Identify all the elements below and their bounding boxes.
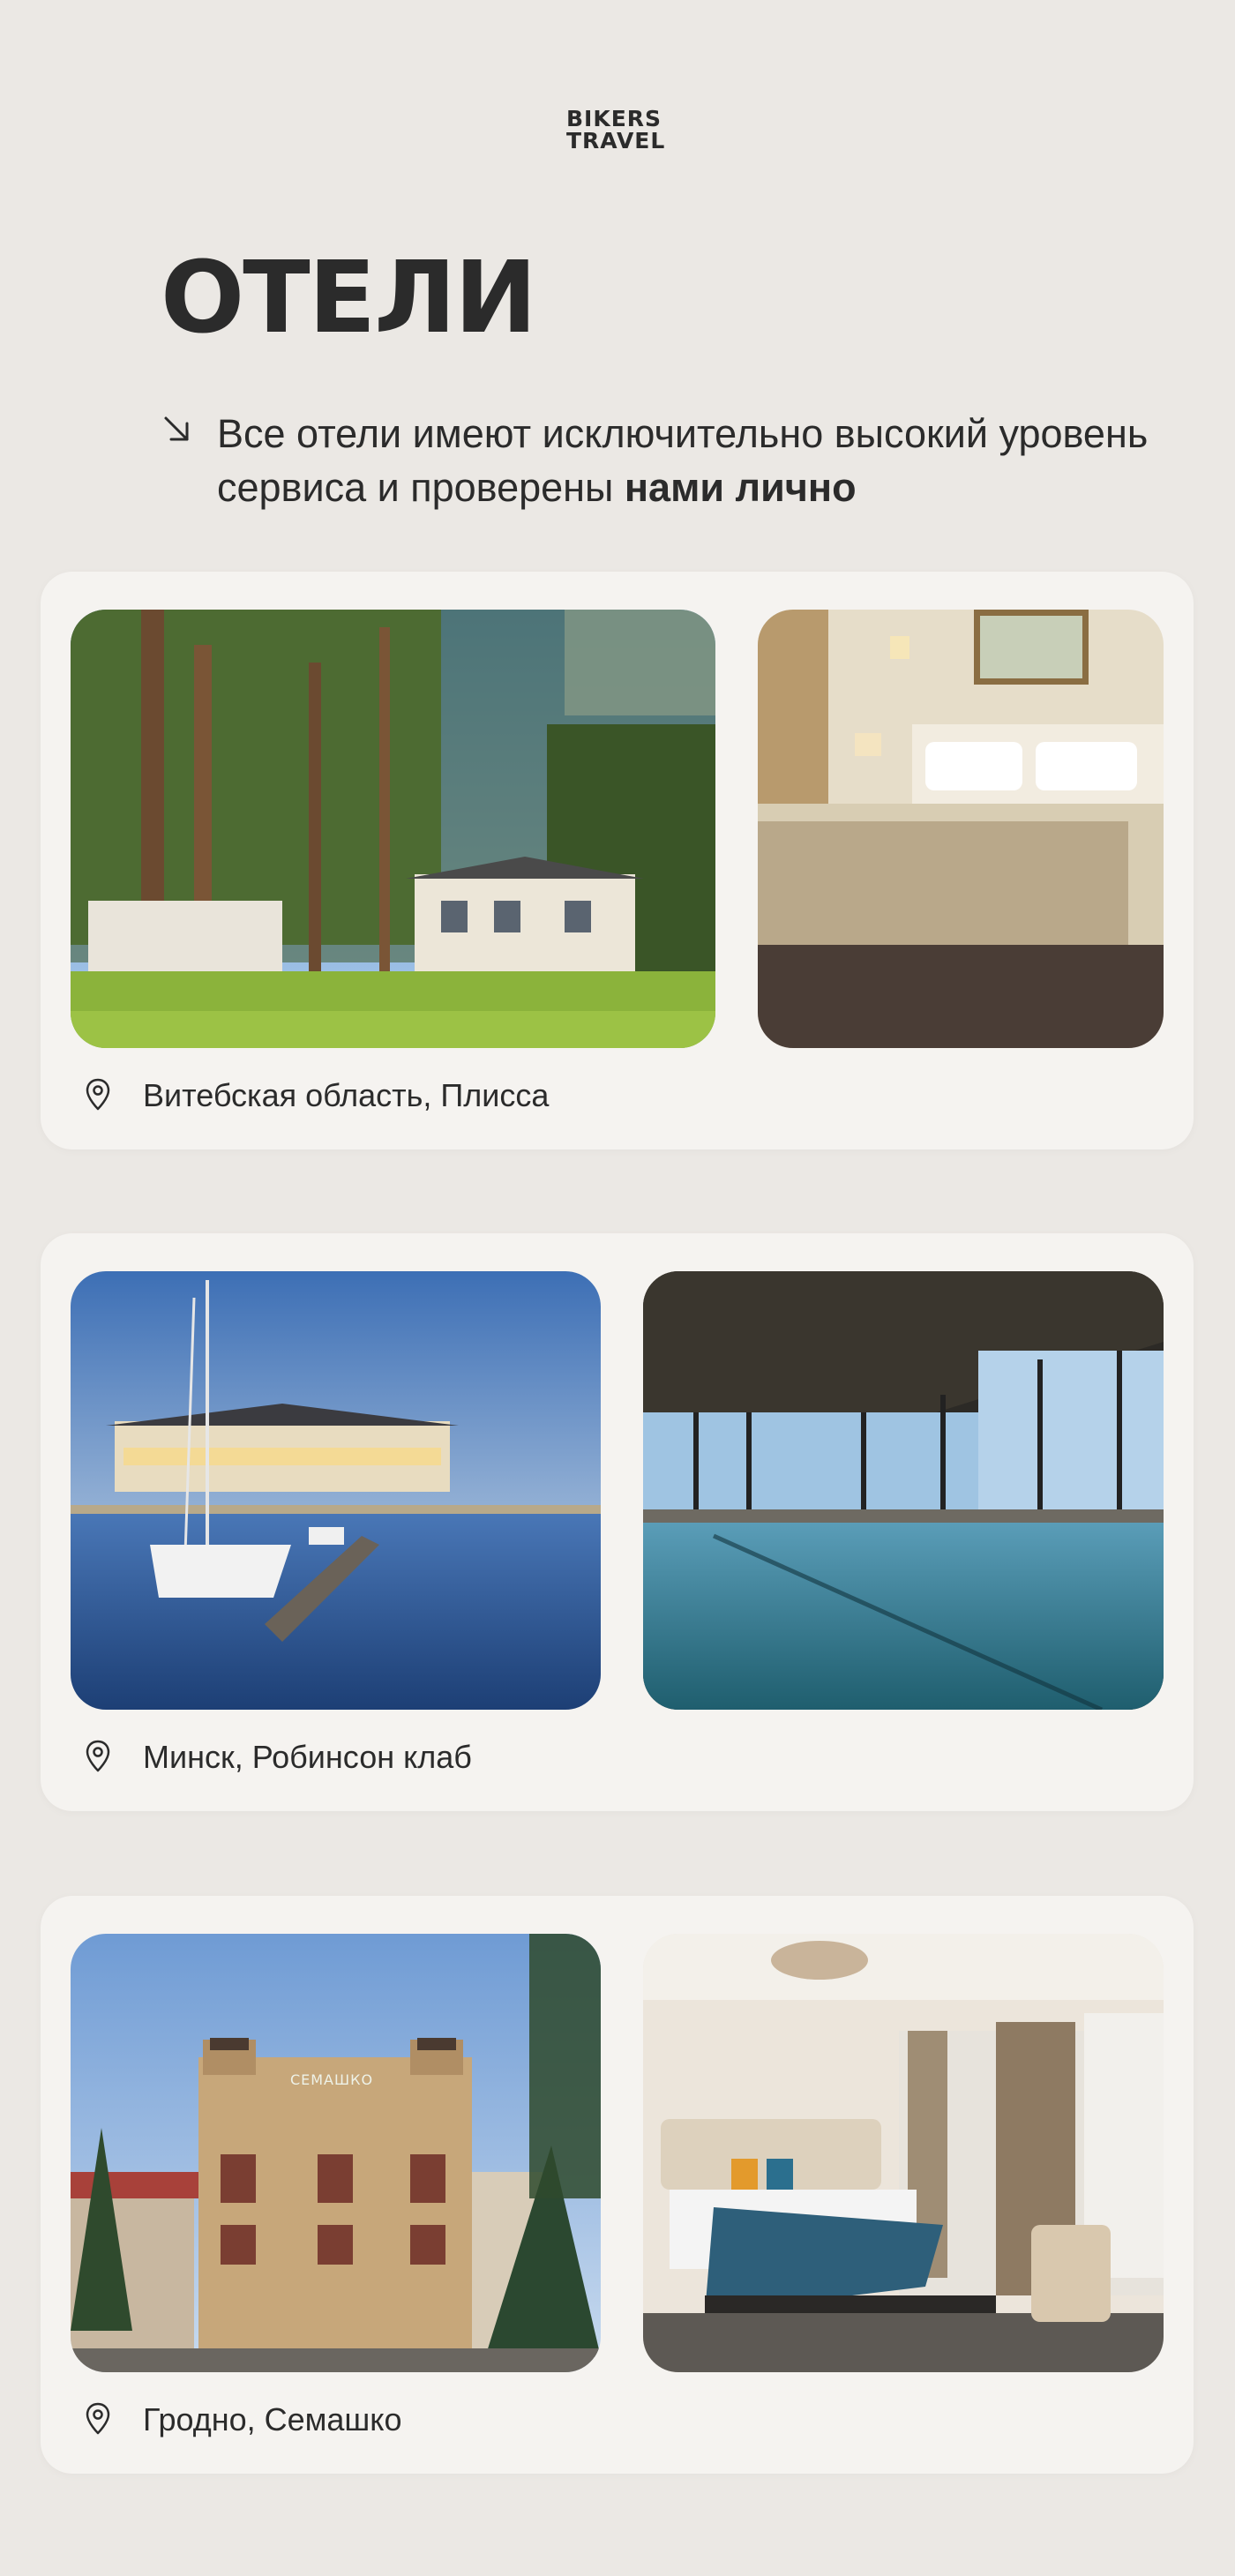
hotel-location: Минск, Робинсон клаб	[143, 1739, 472, 1775]
hotel-location: Гродно, Семашко	[143, 2401, 402, 2437]
subtitle-bold-text: нами лично	[624, 465, 857, 510]
historic-building-photo[interactable]: СЕМАШКО	[71, 1934, 601, 2372]
page-title: ОТЕЛИ	[161, 241, 537, 356]
hotel-card-semashko[interactable]: СЕМАШКО Гродно, Семашко	[41, 1896, 1194, 2474]
hotel-room-photo[interactable]	[643, 1934, 1164, 2372]
brand-logo-line1: BIKERS	[566, 106, 662, 131]
forest-hotel-photo[interactable]	[71, 610, 715, 1048]
brand-logo[interactable]: BIKERS TRAVEL	[566, 108, 669, 152]
location-pin-icon	[86, 2402, 110, 2435]
page-subtitle: Все отели имеют исключительно высокий ур…	[217, 407, 1170, 514]
indoor-pool-photo[interactable]	[643, 1271, 1164, 1710]
arrow-down-right-icon	[164, 416, 189, 441]
location-pin-icon	[86, 1078, 110, 1111]
building-sign: СЕМАШКО	[289, 2071, 374, 2088]
location-pin-icon	[86, 1740, 110, 1772]
hotel-card-robinson[interactable]: Минск, Робинсон клаб	[41, 1233, 1194, 1811]
brand-logo-line2: TRAVEL	[566, 128, 666, 154]
marina-yacht-photo[interactable]	[71, 1271, 601, 1710]
hotel-location: Витебская область, Плисса	[143, 1077, 550, 1113]
hotel-card-plissa[interactable]: Витебская область, Плисса	[41, 572, 1194, 1149]
bedroom-photo[interactable]	[758, 610, 1164, 1048]
